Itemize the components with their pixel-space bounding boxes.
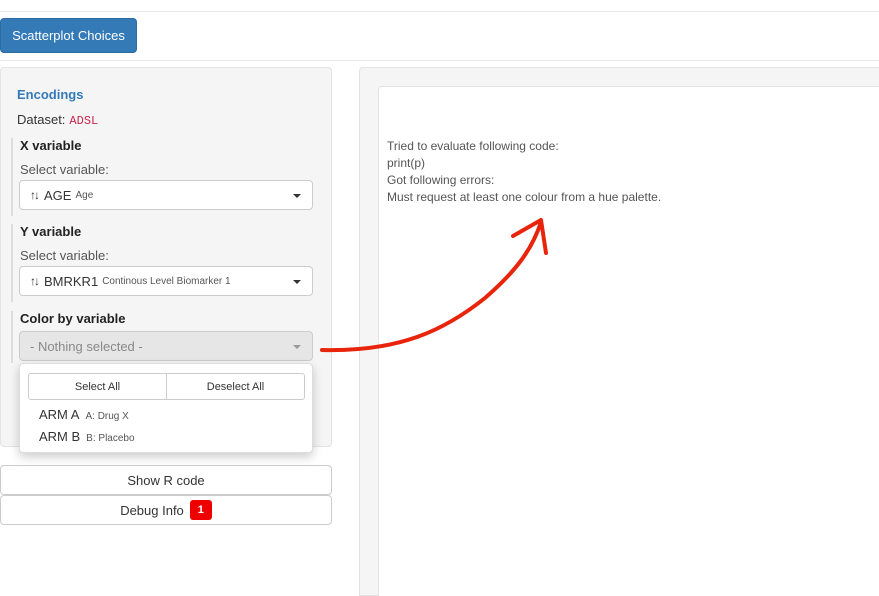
option-label: B: Placebo [86,433,135,444]
show-r-code-button[interactable]: Show R code [0,465,332,495]
dropdown-actions: Select All Deselect All [28,373,305,400]
output-area: Tried to evaluate following code: print(… [378,86,879,596]
error-line: Must request at least one colour from a … [387,190,662,204]
color-variable-dropdown: Select All Deselect All ARM A A: Drug X A… [19,363,313,453]
error-line: Tried to evaluate following code: [387,139,559,153]
chevron-down-icon [293,194,301,198]
x-variable-label: Age [75,189,94,201]
error-line: Got following errors: [387,173,495,187]
debug-info-label: Debug Info [120,502,184,518]
encodings-title: Encodings [17,87,84,102]
dataset-value: ADSL [69,114,99,128]
scatterplot-choices-button[interactable]: Scatterplot Choices [0,18,137,53]
dropdown-option-arm-b[interactable]: ARM B B: Placebo [39,429,135,444]
top-divider [0,11,879,12]
dataset-info: Dataset: ADSL [17,112,98,128]
debug-count-badge: 1 [189,500,212,520]
error-line: print(p) [387,156,426,170]
deselect-all-button[interactable]: Deselect All [166,374,304,399]
error-message: Tried to evaluate following code: print(… [387,138,661,206]
x-variable-select[interactable]: ↑↓ AGE Age [19,180,313,210]
sort-icon: ↑↓ [30,274,40,288]
chevron-down-icon [293,280,301,284]
x-variable-value: AGE [44,187,72,203]
y-variable-label: Continous Level Biomarker 1 [102,275,231,287]
chevron-down-icon [293,345,301,349]
color-variable-title: Color by variable [20,311,126,326]
header-divider [0,60,879,61]
select-all-button[interactable]: Select All [29,374,166,399]
sort-icon: ↑↓ [30,188,40,202]
option-value: ARM B [39,429,81,444]
y-variable-select[interactable]: ↑↓ BMRKR1 Continous Level Biomarker 1 [19,266,313,296]
output-panel: Tried to evaluate following code: print(… [359,67,879,596]
dataset-label: Dataset: [17,112,66,127]
dropdown-option-arm-a[interactable]: ARM A A: Drug X [39,407,129,422]
x-variable-title: X variable [20,138,82,153]
y-variable-title: Y variable [20,224,82,239]
color-variable-placeholder: - Nothing selected - [30,338,143,354]
option-value: ARM A [39,407,80,422]
y-variable-sub: Select variable: [20,248,109,263]
color-variable-select[interactable]: - Nothing selected - [19,331,313,361]
option-label: A: Drug X [85,411,129,422]
y-variable-value: BMRKR1 [44,273,99,289]
x-variable-sub: Select variable: [20,162,109,177]
debug-info-button[interactable]: Debug Info 1 [0,495,332,525]
